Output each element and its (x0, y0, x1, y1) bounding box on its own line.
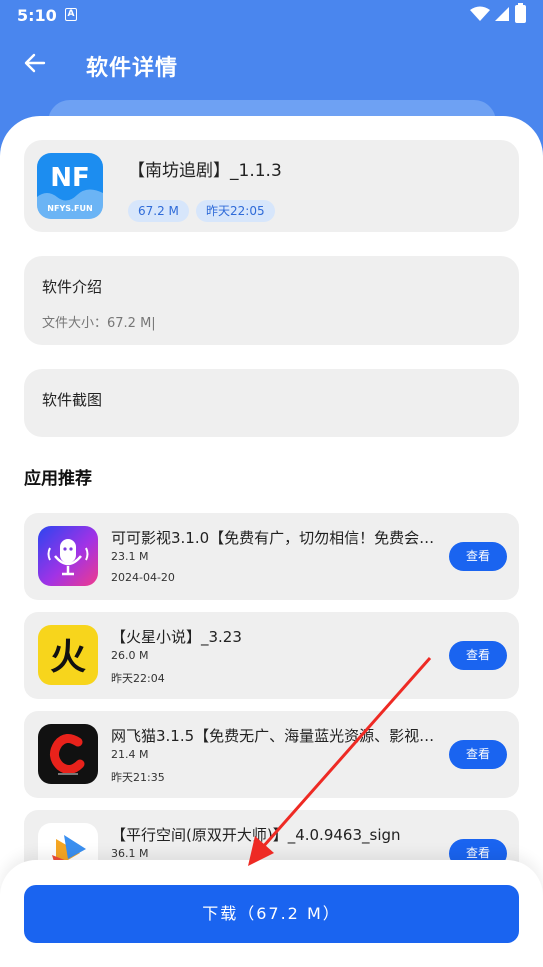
red-c-app-icon (38, 724, 98, 784)
microphone-app-icon (38, 526, 98, 586)
list-item[interactable]: 可可影视3.1.0【免费有广，切勿相信！免费会员不需要认 23.1 M 2024… (24, 513, 519, 600)
intro-card: 软件介绍 文件大小：67.2 M| (24, 256, 519, 345)
signal-icon (495, 7, 509, 21)
rec-size: 36.1 M (111, 847, 149, 860)
wifi-icon (470, 6, 490, 21)
view-button[interactable]: 查看 (449, 740, 507, 769)
app-title: 【南坊追剧】_1.1.3 (128, 161, 282, 181)
intro-heading: 软件介绍 (42, 278, 103, 296)
app-bar: 软件详情 (0, 30, 543, 102)
battery-icon (515, 3, 526, 23)
content-sheet: NF NFYS.FUN 【南坊追剧】_1.1.3 67.2 M 昨天22:05 … (0, 116, 543, 967)
nf-app-icon: NF NFYS.FUN (37, 153, 103, 219)
arrow-left-icon (24, 53, 46, 73)
rec-size: 21.4 M (111, 748, 149, 761)
recommend-title: 应用推荐 (24, 469, 92, 489)
file-size-text: 文件大小：67.2 M| (42, 316, 156, 331)
rec-name: 可可影视3.1.0【免费有广，切勿相信！免费会员不需要认 (111, 529, 443, 547)
rec-date: 昨天21:35 (111, 771, 165, 784)
list-item[interactable]: 网飞猫3.1.5【免费无广、海量蓝光资源、影视院线同步】 21.4 M 昨天21… (24, 711, 519, 798)
size-badge: 67.2 M (128, 200, 189, 222)
rec-name: 【平行空间(原双开大师)】_4.0.9463_sign (111, 826, 401, 844)
page-title: 软件详情 (86, 56, 179, 81)
download-button[interactable]: 下载（67.2 M） (24, 885, 519, 943)
list-item[interactable]: 火 【火星小说】_3.23 26.0 M 昨天22:04 查看 (24, 612, 519, 699)
screenshots-card[interactable]: 软件截图 (24, 369, 519, 437)
rec-size: 23.1 M (111, 550, 149, 563)
view-button[interactable]: 查看 (449, 542, 507, 571)
rec-size: 26.0 M (111, 649, 149, 662)
screenshots-heading: 软件截图 (42, 391, 103, 409)
date-badge: 昨天22:05 (196, 200, 275, 222)
app-info-card: NF NFYS.FUN 【南坊追剧】_1.1.3 67.2 M 昨天22:05 (24, 140, 519, 232)
back-button[interactable] (20, 48, 50, 78)
status-time: 5:10 (17, 6, 57, 25)
rec-date: 2024-04-20 (111, 571, 175, 584)
svg-text:NFYS.FUN: NFYS.FUN (47, 204, 92, 213)
bottom-bar: 下载（67.2 M） (0, 860, 543, 967)
huo-character-app-icon: 火 (38, 625, 98, 685)
status-bar: 5:10 A (0, 0, 543, 30)
view-button[interactable]: 查看 (449, 641, 507, 670)
huo-glyph: 火 (50, 637, 86, 678)
svg-text:NF: NF (50, 163, 90, 193)
rec-name: 【火星小说】_3.23 (111, 628, 242, 646)
notification-icon: A (65, 8, 77, 21)
rec-date: 昨天22:04 (111, 672, 165, 685)
rec-name: 网飞猫3.1.5【免费无广、海量蓝光资源、影视院线同步】 (111, 727, 443, 745)
